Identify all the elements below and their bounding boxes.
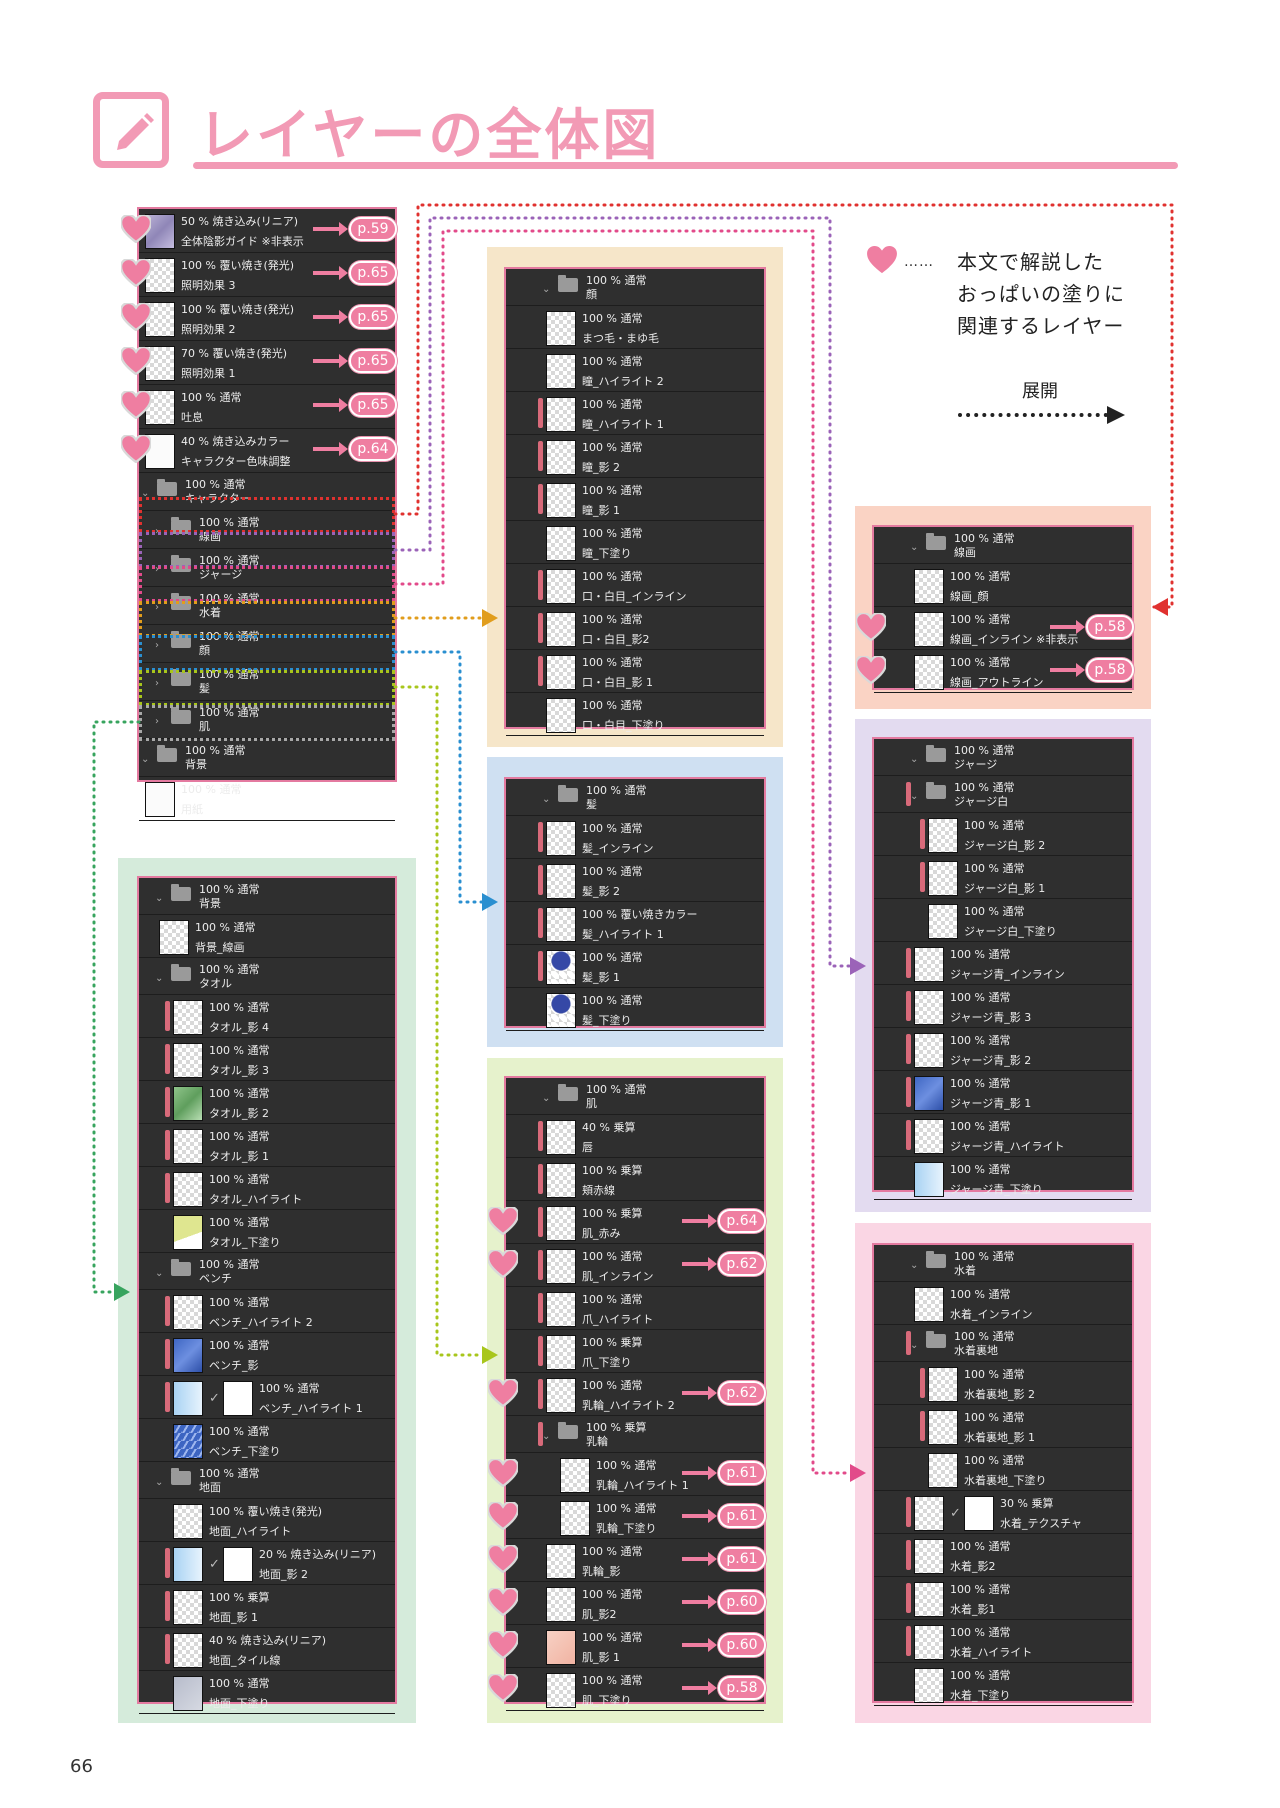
page-reference-badge[interactable]: p.58	[1086, 615, 1134, 639]
arrow-icon	[682, 1214, 717, 1228]
heart-icon	[486, 1672, 520, 1703]
heart-icon	[486, 1377, 520, 1408]
arrow-icon	[313, 222, 348, 236]
arrow-icon	[313, 266, 348, 280]
page-reference-badge[interactable]: p.65	[349, 305, 397, 329]
heart-icon	[119, 433, 153, 464]
connector-kami	[393, 650, 484, 904]
arrow-icon	[313, 310, 348, 324]
arrow-icon	[313, 398, 348, 412]
heart-icon	[119, 213, 153, 244]
heart-icon	[867, 246, 897, 274]
page-reference-badge[interactable]: p.60	[718, 1590, 766, 1614]
page-reference-badge[interactable]: p.64	[349, 437, 397, 461]
arrowhead-kao	[482, 609, 498, 627]
arrow-icon	[682, 1638, 717, 1652]
page-reference-badge[interactable]: p.65	[349, 261, 397, 285]
page-reference-badge[interactable]: p.62	[718, 1381, 766, 1405]
arrowhead-haikei	[114, 1283, 130, 1301]
heart-icon	[486, 1248, 520, 1279]
expand-label: 展開	[1022, 381, 1058, 402]
heart-icon	[119, 257, 153, 288]
heart-icon	[854, 611, 888, 642]
legend-line: おっぱいの塗りに	[957, 282, 1125, 306]
arrowhead-jersey	[850, 957, 866, 975]
legend-line: 本文で解説した	[957, 250, 1104, 274]
heart-icon	[486, 1629, 520, 1660]
heart-icon	[486, 1543, 520, 1574]
page-reference-badge[interactable]: p.61	[718, 1547, 766, 1571]
arrowhead-mizugi	[850, 1464, 866, 1482]
connector-mizugi	[393, 229, 852, 1475]
heart-icon	[119, 301, 153, 332]
page-reference-badge[interactable]: p.61	[718, 1504, 766, 1528]
legend-dots: ……	[904, 254, 934, 270]
expand-arrowhead	[1107, 406, 1125, 424]
page-number: 66	[70, 1756, 93, 1777]
heart-icon	[486, 1457, 520, 1488]
expand-dotted-line	[958, 413, 1108, 417]
page-reference-badge[interactable]: p.59	[349, 217, 397, 241]
connector-jersey	[393, 216, 852, 968]
arrow-icon	[682, 1386, 717, 1400]
arrow-icon	[682, 1595, 717, 1609]
page-reference-badge[interactable]: p.61	[718, 1461, 766, 1485]
arrow-icon	[682, 1466, 717, 1480]
arrow-icon	[682, 1257, 717, 1271]
page-reference-badge[interactable]: p.62	[718, 1252, 766, 1276]
arrow-icon	[1050, 620, 1085, 634]
page-reference-badge[interactable]: p.65	[349, 393, 397, 417]
heart-icon	[486, 1586, 520, 1617]
arrowhead-kami	[482, 893, 498, 911]
legend-text: 本文で解説した おっぱいの塗りに 関連するレイヤー	[957, 246, 1125, 342]
arrow-icon	[682, 1552, 717, 1566]
arrowhead-hada	[482, 1346, 498, 1364]
page-reference-badge[interactable]: p.58	[718, 1676, 766, 1700]
heart-icon	[854, 654, 888, 685]
heart-icon	[119, 345, 153, 376]
arrow-icon	[313, 354, 348, 368]
heart-icon	[119, 389, 153, 420]
page-reference-badge[interactable]: p.65	[349, 349, 397, 373]
connector-hada	[393, 685, 484, 1357]
connector-haikei	[92, 720, 141, 1294]
page-reference-badge[interactable]: p.60	[718, 1633, 766, 1657]
heart-icon	[486, 1500, 520, 1531]
legend-line: 関連するレイヤー	[957, 314, 1125, 338]
arrow-icon	[682, 1509, 717, 1523]
arrowhead-senga	[1152, 598, 1168, 616]
page-reference-badge[interactable]: p.64	[718, 1209, 766, 1233]
heart-icon	[486, 1205, 520, 1236]
arrow-icon	[313, 442, 348, 456]
arrow-icon	[1050, 663, 1085, 677]
arrow-icon	[682, 1681, 717, 1695]
page-reference-badge[interactable]: p.58	[1086, 658, 1134, 682]
